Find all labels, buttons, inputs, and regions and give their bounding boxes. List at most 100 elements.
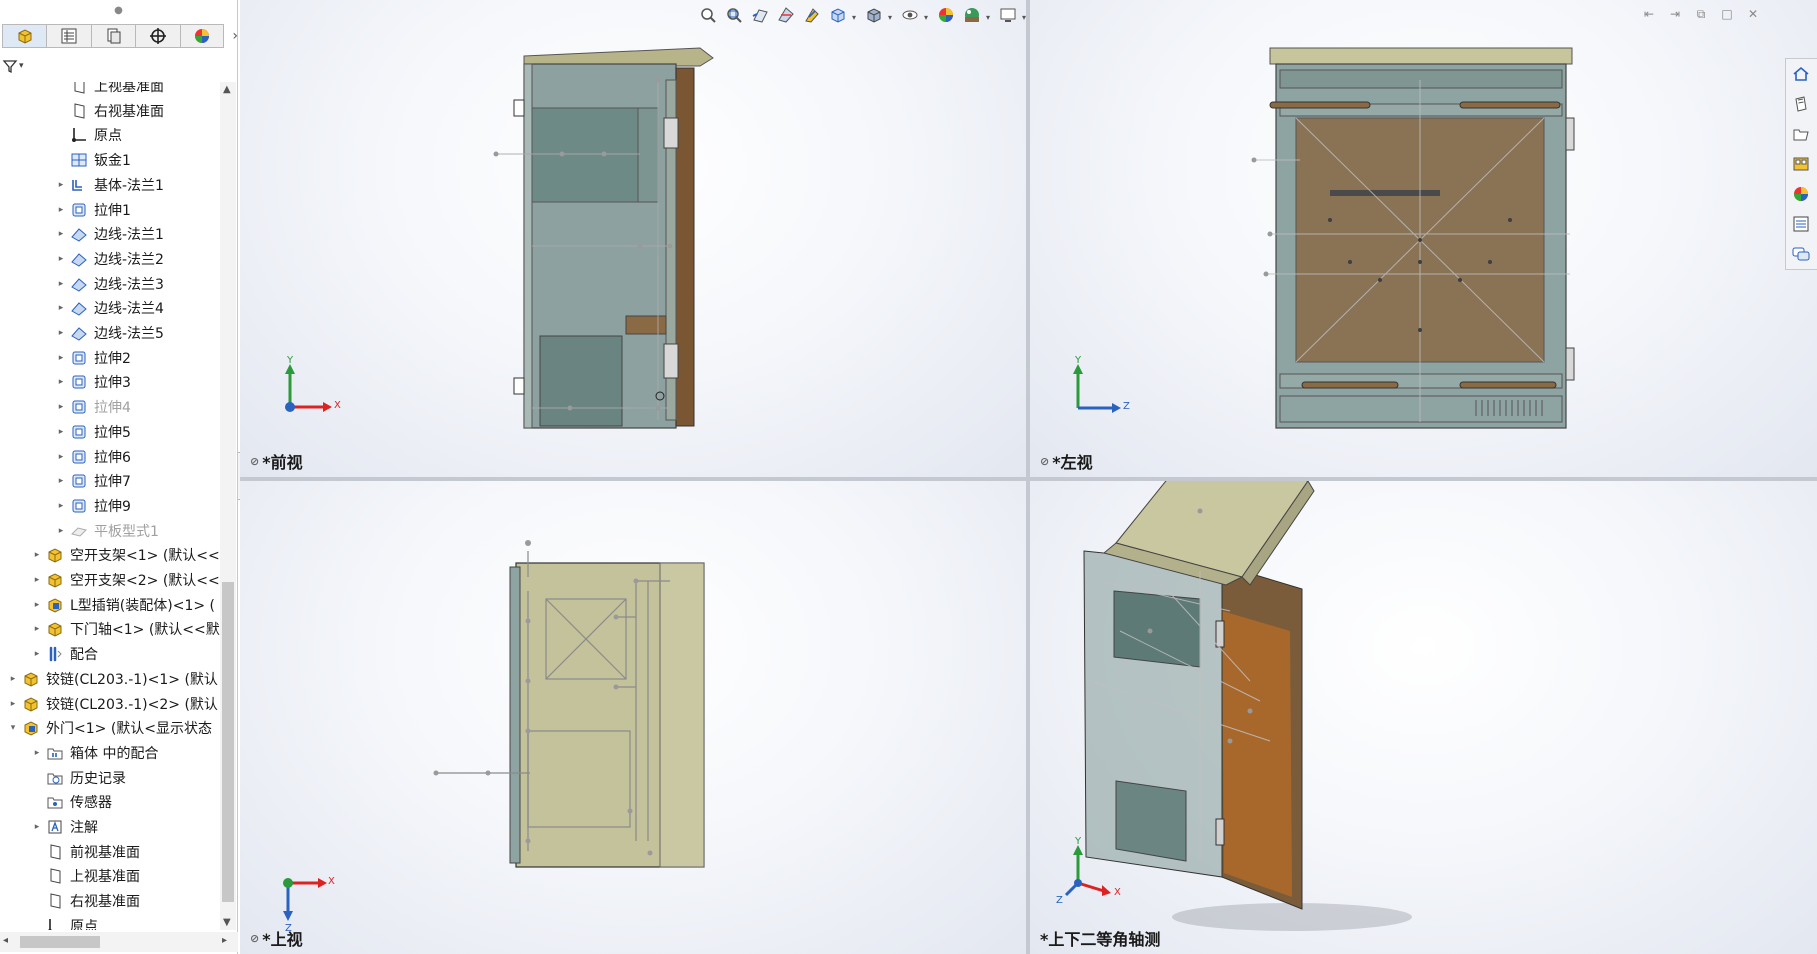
tab-configuration-manager[interactable] <box>90 24 136 48</box>
tree-item[interactable]: ▸ 拉伸9 <box>54 494 131 518</box>
dropdown-arrow-icon[interactable]: ▾ <box>924 13 932 22</box>
expand-chevron-icon[interactable]: ▸ <box>54 279 68 289</box>
viewport-isometric-label[interactable]: *上下二等角轴测 <box>1040 926 1160 950</box>
tree-item[interactable]: 传感器 <box>30 790 112 814</box>
tree-item[interactable]: 历史记录 <box>30 766 126 790</box>
viewport-front[interactable]: Y X ▾ ▾ ▾ ▾ ▾ ⊘ *前视 <box>240 0 1026 477</box>
expand-chevron-icon[interactable]: ▸ <box>30 748 44 758</box>
expand-chevron-icon[interactable]: ▸ <box>54 377 68 387</box>
expand-chevron-icon[interactable]: ▸ <box>54 501 68 511</box>
apply-scene-button[interactable] <box>960 5 984 29</box>
viewport-top[interactable]: Z X ⊘ *上视 <box>240 481 1026 954</box>
tree-item[interactable]: ▸ 拉伸2 <box>54 346 131 370</box>
tab-dimxpert[interactable] <box>135 24 180 48</box>
expand-chevron-icon[interactable]: ▸ <box>30 624 44 634</box>
dropdown-arrow-icon[interactable]: ▾ <box>852 13 860 22</box>
task-pane-file-explorer[interactable] <box>1786 119 1816 149</box>
expand-chevron-icon[interactable]: ▸ <box>6 674 20 684</box>
expand-chevron-icon[interactable]: ▸ <box>54 402 68 412</box>
task-pane-view-palette[interactable] <box>1786 149 1816 179</box>
tree-vertical-scrollbar[interactable]: ▲ ▼ <box>220 82 236 930</box>
expand-chevron-icon[interactable]: ▾ <box>6 723 20 733</box>
link-views-icon[interactable]: ⊘ <box>250 455 259 468</box>
expand-chevron-icon[interactable]: ▸ <box>54 427 68 437</box>
panel-grip[interactable]: ● <box>0 0 237 20</box>
expand-chevron-icon[interactable]: ▸ <box>54 254 68 264</box>
scroll-left-icon[interactable]: ◂ <box>3 935 8 946</box>
tree-item[interactable]: ▸ 铰链(CL203.-1)<2> (默认 <box>6 692 218 716</box>
view-settings-button[interactable] <box>996 5 1020 29</box>
dropdown-arrow-icon[interactable]: ▾ <box>986 13 994 22</box>
tree-item[interactable]: ▸ L型插销(装配体)<1> ( <box>30 593 215 617</box>
restore-window-icon[interactable]: ⧉ <box>1693 6 1709 22</box>
viewport-prev-icon[interactable]: ⇤ <box>1641 6 1657 22</box>
tree-item[interactable]: ▾ 外门<1> (默认<显示状态 <box>6 716 212 740</box>
tree-item[interactable]: 上视基准面 <box>30 864 140 888</box>
tabs-more-chevron-icon[interactable]: › <box>232 28 238 44</box>
task-pane-forum[interactable] <box>1786 239 1816 269</box>
expand-chevron-icon[interactable]: ▸ <box>30 822 44 832</box>
tree-item[interactable]: ▸ 基体-法兰1 <box>54 173 164 197</box>
tree-item[interactable]: ▸ 铰链(CL203.-1)<1> (默认 <box>6 667 218 691</box>
scroll-right-icon[interactable]: ▸ <box>222 935 227 946</box>
viewport-left[interactable]: Y Z ⇤ ⇥ ⧉ □ ✕ ⊘ *左视 <box>1030 0 1817 477</box>
expand-chevron-icon[interactable]: ▸ <box>30 550 44 560</box>
zoom-to-area-button[interactable] <box>722 5 746 29</box>
tree-item[interactable]: ▸ 拉伸7 <box>54 469 131 493</box>
expand-chevron-icon[interactable]: ▸ <box>30 575 44 585</box>
expand-chevron-icon[interactable]: ▸ <box>54 476 68 486</box>
tab-feature-manager[interactable] <box>2 24 47 48</box>
section-view-button[interactable] <box>774 5 798 29</box>
tree-item[interactable]: ▸ 注解 <box>30 815 98 839</box>
zoom-to-fit-button[interactable] <box>696 5 720 29</box>
task-pane-custom-properties[interactable] <box>1786 209 1816 239</box>
close-window-icon[interactable]: ✕ <box>1745 6 1761 22</box>
link-views-icon[interactable]: ⊘ <box>1040 455 1049 468</box>
hide-show-items-button[interactable] <box>898 5 922 29</box>
tree-item[interactable]: ▸ 边线-法兰1 <box>54 222 164 246</box>
tree-item[interactable]: 原点 <box>30 914 98 930</box>
viewport-next-icon[interactable]: ⇥ <box>1667 6 1683 22</box>
viewport-horizontal-splitter[interactable] <box>240 477 1817 481</box>
expand-chevron-icon[interactable]: ▸ <box>54 229 68 239</box>
scroll-thumb[interactable] <box>222 582 234 902</box>
tree-item[interactable]: ▸ 平板型式1 <box>54 519 159 543</box>
tree-item[interactable]: ▸ 边线-法兰2 <box>54 247 164 271</box>
tree-item[interactable]: 右视基准面 <box>54 99 164 123</box>
previous-view-button[interactable] <box>748 5 772 29</box>
viewport-top-label[interactable]: ⊘ *上视 <box>250 926 303 950</box>
scroll-down-icon[interactable]: ▼ <box>223 917 231 928</box>
maximize-window-icon[interactable]: □ <box>1719 6 1735 22</box>
tree-item[interactable]: ▸ 边线-法兰3 <box>54 272 164 296</box>
expand-chevron-icon[interactable]: ▸ <box>54 452 68 462</box>
scroll-up-icon[interactable]: ▲ <box>223 84 231 95</box>
task-pane-appearances[interactable] <box>1786 179 1816 209</box>
tree-horizontal-scrollbar[interactable]: ◂ ▸ <box>0 932 238 952</box>
expand-chevron-icon[interactable]: ▸ <box>54 205 68 215</box>
tree-item[interactable]: ▸ 拉伸5 <box>54 420 131 444</box>
expand-chevron-icon[interactable]: ▸ <box>30 649 44 659</box>
tree-item[interactable]: ▸ 拉伸6 <box>54 445 131 469</box>
tree-item[interactable]: ▸ 配合 <box>30 642 98 666</box>
expand-chevron-icon[interactable]: ▸ <box>54 180 68 190</box>
tree-item[interactable]: ▸ 箱体 中的配合 <box>30 741 159 765</box>
viewport-isometric[interactable]: Y X Z *上下二等角轴测 <box>1030 481 1817 954</box>
tab-display-manager[interactable] <box>179 24 225 48</box>
tree-item[interactable]: ▸ 下门轴<1> (默认<<默 <box>30 617 220 641</box>
task-pane-design-library[interactable] <box>1786 89 1816 119</box>
tree-item[interactable]: 前视基准面 <box>30 840 140 864</box>
display-style-button[interactable] <box>862 5 886 29</box>
tree-item[interactable]: 右视基准面 <box>30 889 140 913</box>
tree-item[interactable]: ▸ 拉伸1 <box>54 198 131 222</box>
tree-item[interactable]: 上视基准面 <box>54 82 164 98</box>
viewport-left-label[interactable]: ⊘ *左视 <box>1040 449 1093 473</box>
task-pane-home[interactable] <box>1786 59 1816 89</box>
expand-chevron-icon[interactable]: ▸ <box>30 600 44 610</box>
tree-item[interactable]: ▸ 边线-法兰5 <box>54 321 164 345</box>
dynamic-annotation-button[interactable] <box>800 5 824 29</box>
expand-chevron-icon[interactable]: ▸ <box>6 699 20 709</box>
tree-item[interactable]: ▸ 空开支架<1> (默认<< <box>30 543 220 567</box>
edit-appearance-button[interactable] <box>934 5 958 29</box>
expand-chevron-icon[interactable]: ▸ <box>54 353 68 363</box>
tree-item[interactable]: ▸ 拉伸3 <box>54 370 131 394</box>
